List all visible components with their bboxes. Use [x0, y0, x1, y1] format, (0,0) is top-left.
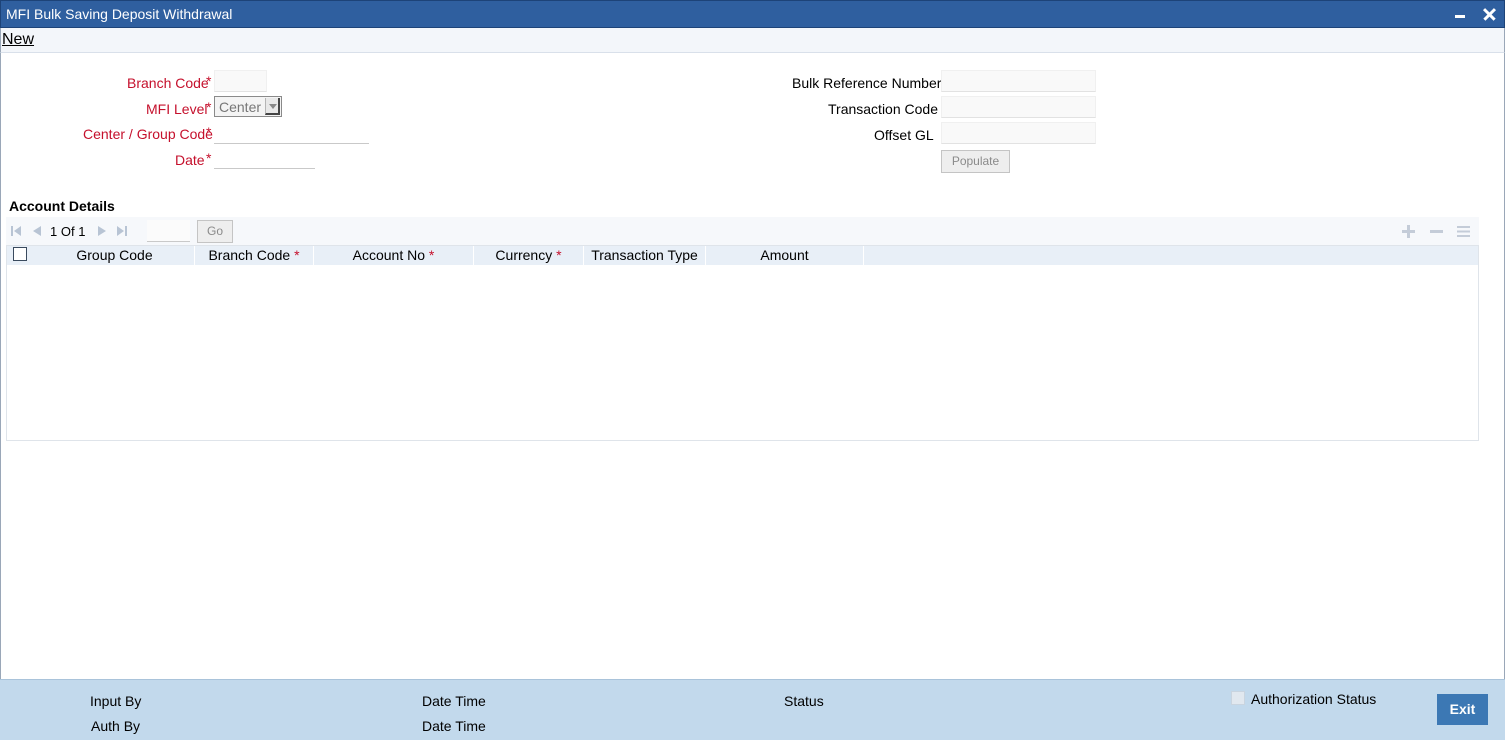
grid-header: Group Code Branch Code * Account No * Cu… [7, 246, 1478, 265]
current-page: 1 [50, 224, 58, 239]
bulk-reference-number-input[interactable] [941, 70, 1096, 92]
mfi-level-label: MFI Level [146, 101, 208, 117]
last-page-icon[interactable] [117, 225, 129, 237]
column-header-label: Group Code [76, 247, 153, 263]
column-header-currency[interactable]: Currency * [474, 246, 584, 265]
column-header-label: Branch Code [208, 247, 291, 263]
single-view-icon[interactable] [1457, 225, 1470, 238]
branch-code-required-mark: * [206, 73, 212, 89]
exit-button[interactable]: Exit [1437, 694, 1488, 725]
delete-row-icon[interactable] [1430, 225, 1443, 238]
column-header-branch-code[interactable]: Branch Code * [195, 246, 314, 265]
offset-gl-label: Offset GL [874, 127, 934, 143]
branch-code-input[interactable] [214, 70, 267, 92]
date-required-mark: * [206, 150, 212, 166]
authorization-status-label: Authorization Status [1251, 691, 1377, 707]
offset-gl-input[interactable] [941, 122, 1096, 144]
of-label: Of [60, 224, 75, 239]
minimize-icon[interactable] [1451, 5, 1469, 23]
column-header-label: Amount [760, 247, 809, 263]
column-header-transaction-type[interactable]: Transaction Type [584, 246, 706, 265]
next-page-icon[interactable] [96, 225, 108, 237]
audit-footer: Input By Date Time Status Authorization … [0, 679, 1505, 740]
page-indicator: 1 Of 1 [50, 224, 85, 239]
window-title-bar: MFI Bulk Saving Deposit Withdrawal [0, 0, 1505, 28]
branch-code-label: Branch Code [127, 75, 209, 91]
mfi-level-required-mark: * [206, 99, 212, 115]
date-label: Date [175, 152, 205, 168]
authorization-status-checkbox [1231, 691, 1245, 705]
new-link[interactable]: New [2, 31, 34, 49]
date-input[interactable] [214, 147, 315, 169]
page-number-input[interactable] [147, 220, 190, 242]
total-pages: 1 [78, 224, 86, 239]
first-page-icon[interactable] [11, 225, 23, 237]
required-mark: * [428, 247, 435, 263]
transaction-code-input[interactable] [941, 96, 1096, 118]
auth-date-time-label: Date Time [422, 718, 486, 734]
go-button[interactable]: Go [197, 220, 233, 243]
center-group-code-required-mark: * [206, 124, 212, 140]
input-by-label: Input By [90, 693, 142, 709]
bulk-reference-number-label: Bulk Reference Number [792, 75, 942, 91]
column-header-label: Transaction Type [591, 247, 698, 263]
chevron-down-icon [265, 98, 280, 115]
date-time-label: Date Time [422, 693, 486, 709]
mfi-level-select[interactable]: Center [214, 96, 282, 117]
previous-page-icon[interactable] [31, 225, 43, 237]
menu-bar: New [0, 28, 1505, 53]
center-group-code-label: Center / Group Code [83, 126, 213, 142]
auth-by-label: Auth By [91, 718, 141, 734]
column-header-group-code[interactable]: Group Code [35, 246, 195, 265]
account-details-title: Account Details [9, 198, 115, 214]
column-header-account-no[interactable]: Account No * [314, 246, 474, 265]
column-header-label: Account No [352, 247, 426, 263]
close-icon[interactable] [1481, 5, 1499, 23]
select-all-checkbox[interactable] [13, 247, 27, 261]
column-header-amount[interactable]: Amount [706, 246, 864, 265]
column-header-label: Currency [495, 247, 553, 263]
required-mark: * [294, 247, 300, 263]
required-mark: * [556, 247, 562, 263]
status-label: Status [784, 693, 824, 709]
mfi-level-value: Center [219, 99, 262, 115]
populate-button[interactable]: Populate [941, 150, 1010, 173]
window-title: MFI Bulk Saving Deposit Withdrawal [6, 6, 233, 22]
transaction-code-label: Transaction Code [828, 101, 938, 117]
add-row-icon[interactable] [1402, 225, 1415, 238]
account-details-grid: Group Code Branch Code * Account No * Cu… [6, 245, 1479, 441]
grid-toolbar: 1 Of 1 Go [6, 217, 1479, 245]
center-group-code-input[interactable] [214, 122, 369, 144]
